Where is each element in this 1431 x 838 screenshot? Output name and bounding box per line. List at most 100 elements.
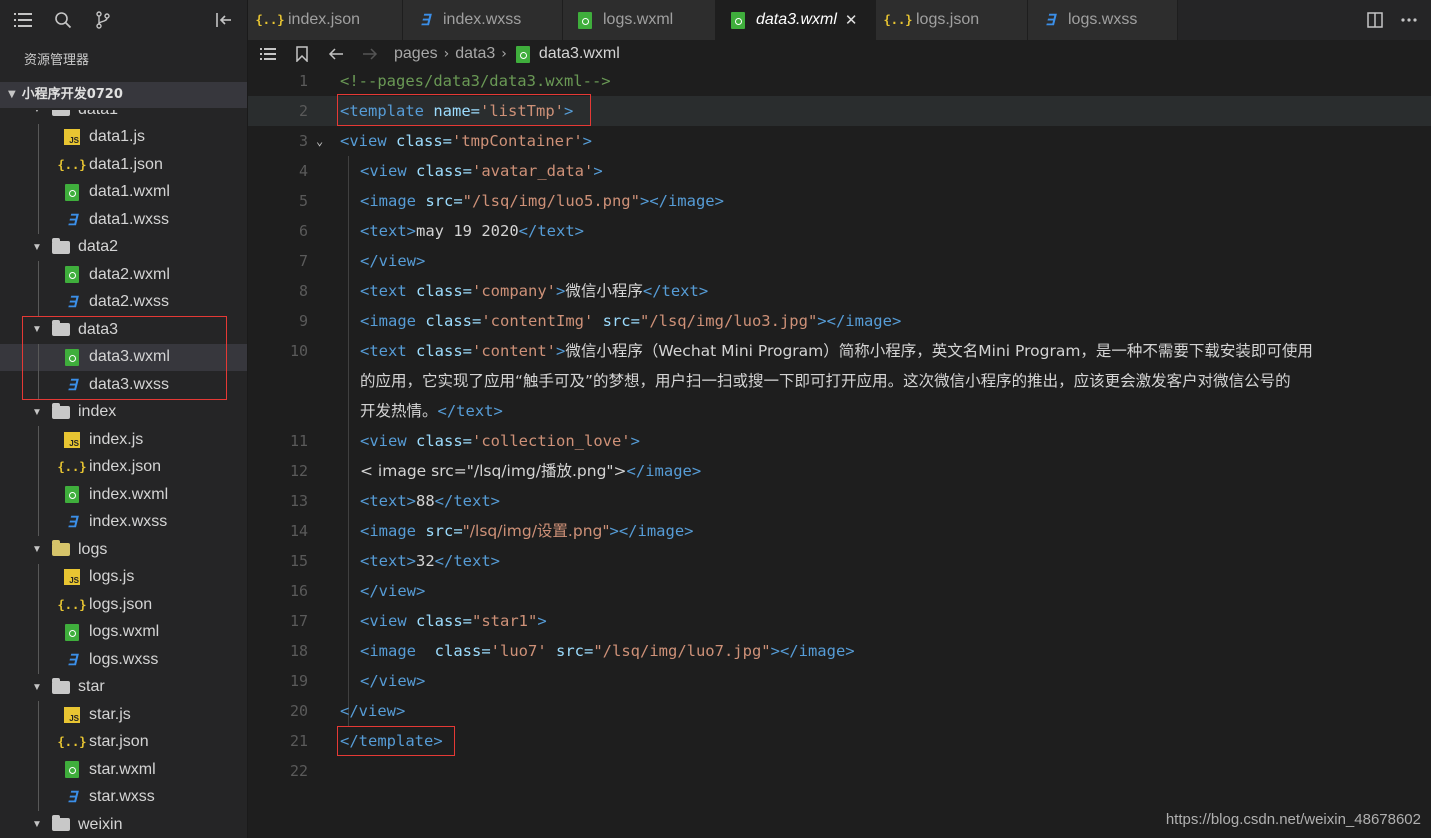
more-actions-icon[interactable] [1399,10,1419,30]
source-control-icon[interactable] [88,5,118,35]
code-line[interactable]: 13 <text>88</text> [248,486,1431,516]
code-token: 的应用，它实现了应用“触手可及”的梦想，用户扫一扫或搜一下即可打开应用。这次微信… [360,372,1291,390]
code-line[interactable]: 22 [248,756,1431,786]
code-line[interactable]: 5 <image src="/lsq/img/luo5.png"></image> [248,186,1431,216]
code-line[interactable]: 1 <!--pages/data3/data3.wxml--> [248,66,1431,96]
tree-file[interactable]: JS logs.js [0,563,247,591]
code-line[interactable]: 16 </view> [248,576,1431,606]
tree-file[interactable]: ∃ star.wxss [0,783,247,811]
indent-guide [38,728,39,756]
tree-file[interactable]: logs.wxml [0,618,247,646]
tree-item-label: data2.wxss [89,293,170,311]
code-line[interactable]: 19 </view> [248,666,1431,696]
tree-folder[interactable]: ▼ data3 [0,316,247,344]
code-line[interactable]: 7 </view> [248,246,1431,276]
breadcrumb-file[interactable]: data3.wxml [539,45,620,63]
search-icon[interactable] [48,5,78,35]
tree-file[interactable]: ∃ index.wxss [0,508,247,536]
explorer-title: 资源管理器 [24,53,90,68]
tree-file[interactable]: ∃ logs.wxss [0,646,247,674]
tree-file[interactable]: {..} star.json [0,728,247,756]
tab-logs-wxml[interactable]: logs.wxml [563,0,716,40]
code-line[interactable]: 开发热情。</text> [248,396,1431,426]
breadcrumb-pages[interactable]: pages [394,45,438,63]
code-token: 32 [416,552,435,570]
line-number: 4 [298,162,308,180]
line-number: 6 [298,222,308,240]
tree-item-label: logs.wxss [89,650,159,668]
tab-data3-wxml[interactable]: data3.wxml ✕ [716,0,876,40]
tab-logs-wxss[interactable]: ∃ logs.wxss [1028,0,1178,40]
forward-arrow-icon[interactable] [360,44,380,64]
project-root[interactable]: ▼ 小程序开发0720 [0,82,247,108]
code-line[interactable]: 20 </view> [248,696,1431,726]
tree-folder[interactable]: ▼ data2 [0,234,247,262]
tree-file[interactable]: {..} data1.json [0,151,247,179]
code-token: <text [360,342,407,360]
tree-file[interactable]: {..} logs.json [0,591,247,619]
code-line[interactable]: 21 </template> [248,726,1431,756]
tree-file[interactable]: ∃ data2.wxss [0,288,247,316]
outline-list-icon[interactable] [258,44,278,64]
tree-folder[interactable]: ▼ logs [0,536,247,564]
tree-file[interactable]: JS data1.js [0,123,247,151]
code-token: ></image> [609,522,694,540]
code-line[interactable]: 18 <image class='luo7' src="/lsq/img/luo7… [248,636,1431,666]
line-number: 19 [289,672,308,690]
tree-folder[interactable]: ▼ star [0,674,247,702]
code-line[interactable]: 6 <text>may 19 2020</text> [248,216,1431,246]
json-file-icon: {..} [57,157,87,172]
code-line[interactable]: 17 <view class="star1"> [248,606,1431,636]
code-line[interactable]: 9 <image class='contentImg' src="/lsq/img… [248,306,1431,336]
tree-file[interactable]: data1.wxml [0,178,247,206]
indent-guide [38,783,39,811]
collapse-sidebar-icon[interactable] [209,5,239,35]
code-line[interactable]: 4 <view class='avatar_data'> [248,156,1431,186]
split-editor-icon[interactable] [1365,10,1385,30]
tree-file[interactable]: {..} index.json [0,453,247,481]
tree-file[interactable]: JS index.js [0,426,247,454]
chevron-right-icon: › [501,46,507,62]
fold-chevron-icon[interactable]: ⌄ [316,126,330,156]
tree-file[interactable]: data2.wxml [0,261,247,289]
tree-file[interactable]: ∃ data3.wxss [0,371,247,399]
code-line[interactable]: 的应用，它实现了应用“触手可及”的梦想，用户扫一扫或搜一下即可打开应用。这次微信… [248,366,1431,396]
bookmark-icon[interactable] [292,44,312,64]
chevron-right-icon: › [443,46,450,62]
menu-icon[interactable] [8,5,38,35]
tree-file[interactable]: data3.wxml [0,343,247,371]
tab-index-wxss[interactable]: ∃ index.wxss [403,0,563,40]
code-line[interactable]: 8 <text class='company'>微信小程序</text> [248,276,1431,306]
code-line[interactable]: 2 <template name='listTmp'> [248,96,1431,126]
tree-folder[interactable]: ▼ index [0,399,247,427]
close-icon[interactable]: ✕ [845,11,858,29]
indent-guide [38,508,39,536]
code-token: ></image> [770,642,855,660]
tab-index-json[interactable]: {..} index.json [248,0,403,40]
line-number: 15 [289,552,308,570]
breadcrumb-data3[interactable]: data3 [455,45,495,63]
code-text: <view class='collection_love'> [360,426,640,456]
code-token: name= [424,102,480,120]
tree-file[interactable]: ∃ data1.wxss [0,206,247,234]
wxss-file-icon: ∃ [67,789,77,807]
tab-logs-json[interactable]: {..} logs.json [876,0,1028,40]
code-editor[interactable]: 1 <!--pages/data3/data3.wxml--> 2 <template… [248,68,1431,838]
indent-guide [38,371,39,399]
code-line[interactable]: 11 <view class='collection_love'> [248,426,1431,456]
tree-file[interactable]: index.wxml [0,481,247,509]
tree-item-label: logs.js [89,568,135,586]
code-line[interactable]: 10 <text class='content'>微信小程序（Wechat Min… [248,336,1431,366]
code-line[interactable]: 12 < image src="/lsq/img/播放.png"></image> [248,456,1431,486]
code-line[interactable]: 15 <text>32</text> [248,546,1431,576]
back-arrow-icon[interactable] [326,44,346,64]
tree-folder[interactable]: ▼ weixin [0,811,247,838]
tree-item-label: data2 [78,238,119,256]
tree-file[interactable]: JS star.js [0,701,247,729]
tree-folder[interactable]: ▼ data1 [0,110,247,124]
tree-file[interactable]: star.wxml [0,756,247,784]
code-line[interactable]: 14 <image src="/lsq/img/设置.png"></image> [248,516,1431,546]
code-line[interactable]: 3 ⌄ <view class='tmpContainer'> [248,126,1431,156]
line-number: 14 [289,522,308,540]
code-token: <text> [360,492,416,510]
